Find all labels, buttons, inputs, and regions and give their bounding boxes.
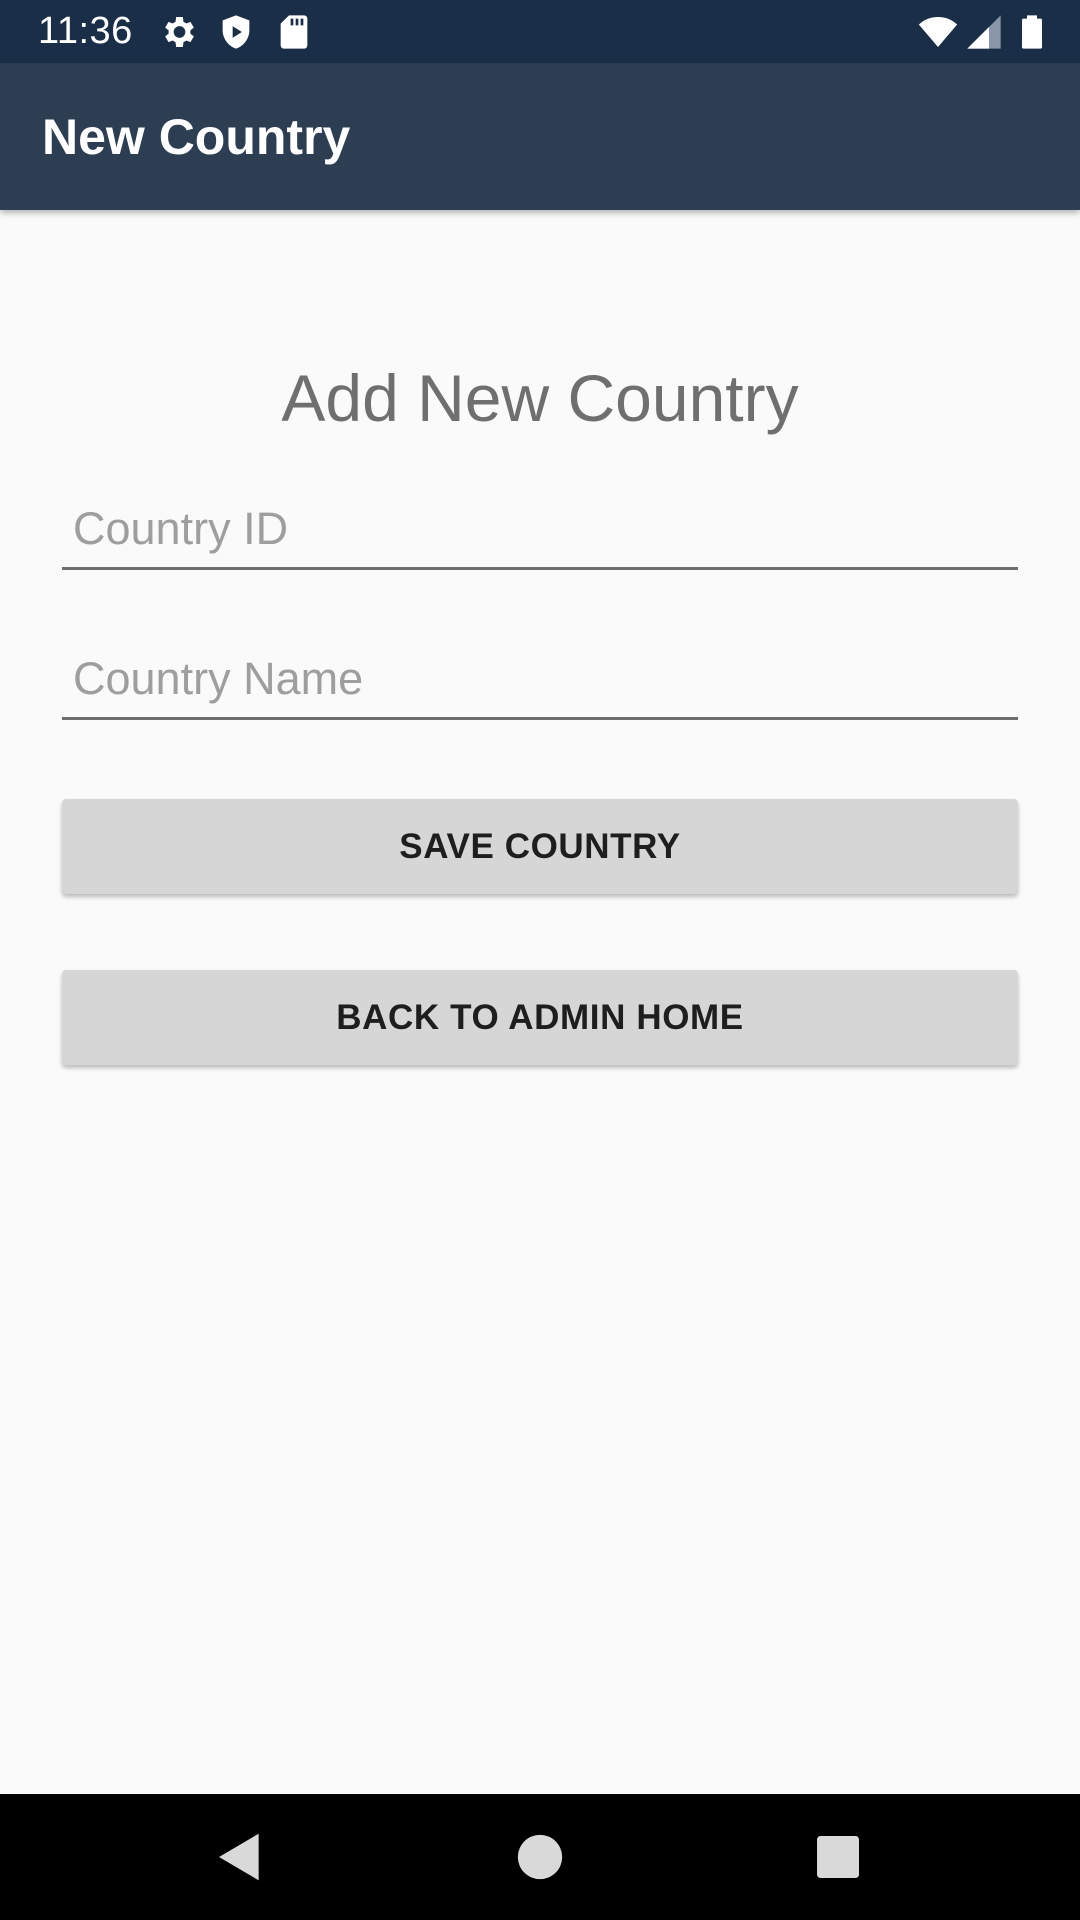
page-title: Add New Country (281, 361, 799, 435)
status-bar: 11:36 (0, 0, 1080, 63)
screen: 11:36 New Country Add New Country SAVE C… (0, 0, 1080, 1920)
home-icon[interactable] (512, 1829, 568, 1885)
back-to-admin-home-button[interactable]: BACK TO ADMIN HOME (62, 970, 1018, 1065)
app-title: New Country (42, 109, 351, 165)
navigation-bar (0, 1794, 1080, 1920)
save-country-button[interactable]: SAVE COUNTRY (62, 799, 1018, 894)
country-name-input[interactable] (62, 648, 1018, 720)
recents-icon[interactable] (810, 1829, 866, 1885)
wifi-icon (918, 12, 958, 52)
shield-icon (216, 12, 256, 52)
status-time: 11:36 (38, 10, 133, 52)
back-icon[interactable] (212, 1829, 268, 1885)
app-bar: New Country (0, 63, 1080, 210)
sd-card-icon (274, 12, 314, 52)
country-id-input[interactable] (62, 498, 1018, 570)
battery-icon (1012, 12, 1052, 52)
gear-icon (158, 12, 198, 52)
signal-icon (964, 12, 1004, 52)
